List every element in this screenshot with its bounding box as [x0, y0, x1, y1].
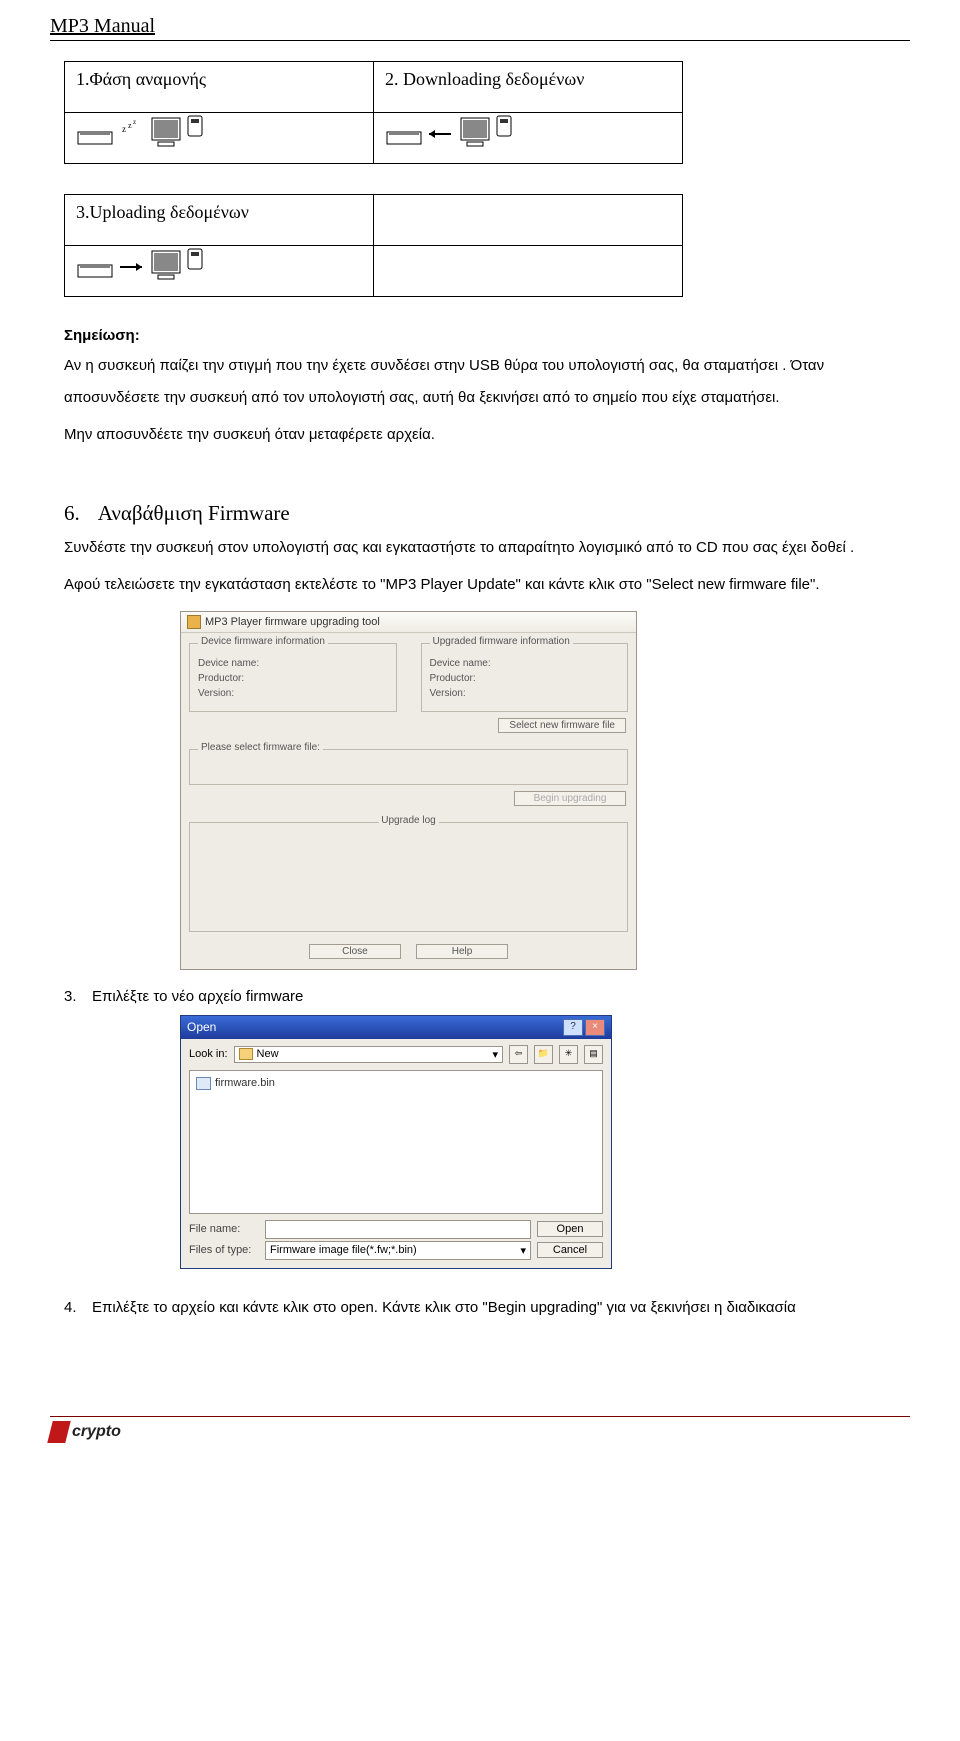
- firmware-tool-title: MP3 Player firmware upgrading tool: [205, 616, 380, 628]
- file-type-label: Files of type:: [189, 1244, 259, 1256]
- open-button[interactable]: Open: [537, 1221, 603, 1237]
- productor-label-2: Productor:: [430, 673, 620, 684]
- look-in-combo[interactable]: New ▾: [234, 1046, 503, 1063]
- phase-downloading-title: 2. Downloading δεδομένων: [375, 63, 681, 92]
- step-4-text: Επιλέξτε το αρχείο και κάντε κλικ στο op…: [92, 1299, 796, 1316]
- open-dialog-titlebar: Open ? ×: [181, 1016, 611, 1039]
- phase-table-2: 3.Uploading δεδομένων: [64, 194, 683, 297]
- open-dialog-title: Open: [187, 1020, 216, 1034]
- views-icon[interactable]: ▤: [584, 1045, 603, 1064]
- file-name-field[interactable]: [265, 1220, 531, 1239]
- device-upload-icon: [76, 247, 216, 283]
- version-label-2: Version:: [430, 688, 620, 699]
- section-6-p1: Συνδέστε την συσκευή στον υπολογιστή σας…: [64, 532, 910, 564]
- phase-table-1: 1.Φάση αναμονής 2. Downloading δεδομένων…: [64, 61, 683, 164]
- open-dialog: Open ? × Look in: New ▾ ⇦ 📁 ✳ ▤ firmware…: [180, 1015, 612, 1269]
- file-type-value: Firmware image file(*.fw;*.bin): [270, 1244, 417, 1256]
- cancel-button[interactable]: Cancel: [537, 1242, 603, 1258]
- close-button[interactable]: Close: [309, 944, 401, 959]
- step-3-text: Επιλέξτε το νέο αρχείο firmware: [92, 988, 303, 1005]
- brand-mark-icon: [47, 1421, 70, 1443]
- note-label: Σημείωση:: [64, 327, 910, 344]
- section-6-title: Αναβάθμιση Firmware: [98, 501, 290, 525]
- chevron-down-icon: ▾: [492, 1048, 498, 1061]
- svg-text:z: z: [122, 124, 126, 134]
- firmware-tool-titlebar: MP3 Player firmware upgrading tool: [181, 612, 636, 633]
- up-folder-icon[interactable]: 📁: [534, 1045, 553, 1064]
- page-header-title: MP3 Manual: [50, 0, 910, 40]
- device-sleep-icon: z z z: [76, 114, 216, 150]
- new-folder-icon[interactable]: ✳: [559, 1045, 578, 1064]
- back-icon[interactable]: ⇦: [509, 1045, 528, 1064]
- svg-text:z: z: [133, 118, 136, 126]
- note-paragraph-1: Αν η συσκευή παίζει την στιγμή που την έ…: [64, 350, 910, 413]
- device-info-legend: Device firmware information: [198, 636, 328, 647]
- upgraded-info-legend: Upgraded firmware information: [430, 636, 573, 647]
- note-paragraph-2: Μην αποσυνδέετε την συσκευή όταν μεταφέρ…: [64, 419, 910, 451]
- file-icon: [196, 1077, 211, 1090]
- brand-name: crypto: [72, 1423, 121, 1441]
- svg-text:z: z: [128, 121, 132, 130]
- phase-waiting-title: 1.Φάση αναμονής: [66, 63, 372, 92]
- step-4: 4.Επιλέξτε το αρχείο και κάντε κλικ στο …: [64, 1299, 910, 1316]
- look-in-label: Look in:: [189, 1048, 228, 1060]
- file-type-combo[interactable]: Firmware image file(*.fw;*.bin) ▾: [265, 1241, 531, 1260]
- select-firmware-groupbox: Please select firmware file:: [189, 749, 628, 785]
- device-name-label: Device name:: [198, 658, 388, 669]
- device-info-groupbox: Device firmware information Device name:…: [189, 643, 397, 712]
- upgraded-info-groupbox: Upgraded firmware information Device nam…: [421, 643, 629, 712]
- close-window-button[interactable]: ×: [585, 1019, 605, 1036]
- brand-logo: crypto: [50, 1421, 910, 1443]
- app-icon: [187, 615, 201, 629]
- upgrade-log-groupbox: Upgrade log: [189, 822, 628, 932]
- step-3: 3.Επιλέξτε το νέο αρχείο firmware: [64, 988, 910, 1005]
- phase-uploading-title: 3.Uploading δεδομένων: [66, 196, 372, 225]
- step-3-number: 3.: [64, 988, 92, 1005]
- productor-label: Productor:: [198, 673, 388, 684]
- firmware-tool-window: MP3 Player firmware upgrading tool Devic…: [180, 611, 637, 970]
- device-download-icon: [385, 114, 525, 150]
- look-in-folder: New: [257, 1048, 279, 1060]
- folder-icon: [239, 1048, 253, 1060]
- file-name-label: File name:: [189, 1223, 259, 1235]
- section-6-number: 6.: [64, 501, 80, 525]
- select-firmware-legend: Please select firmware file:: [198, 742, 323, 753]
- section-6-heading: 6. Αναβάθμιση Firmware: [64, 501, 910, 526]
- select-new-firmware-button[interactable]: Select new firmware file: [498, 718, 626, 733]
- step-4-number: 4.: [64, 1299, 92, 1316]
- upgrade-log-legend: Upgrade log: [378, 815, 438, 826]
- begin-upgrading-button[interactable]: Begin upgrading: [514, 791, 626, 806]
- file-item-firmware[interactable]: firmware.bin: [196, 1077, 596, 1090]
- file-list[interactable]: firmware.bin: [189, 1070, 603, 1214]
- version-label: Version:: [198, 688, 388, 699]
- header-divider: [50, 40, 910, 41]
- help-button[interactable]: Help: [416, 944, 508, 959]
- file-item-name: firmware.bin: [215, 1077, 275, 1089]
- page-footer: crypto: [50, 1416, 910, 1443]
- device-name-label-2: Device name:: [430, 658, 620, 669]
- help-window-button[interactable]: ?: [563, 1019, 583, 1036]
- section-6-p2: Αφού τελειώσετε την εγκατάσταση εκτελέστ…: [64, 569, 910, 601]
- chevron-down-icon: ▾: [520, 1244, 526, 1257]
